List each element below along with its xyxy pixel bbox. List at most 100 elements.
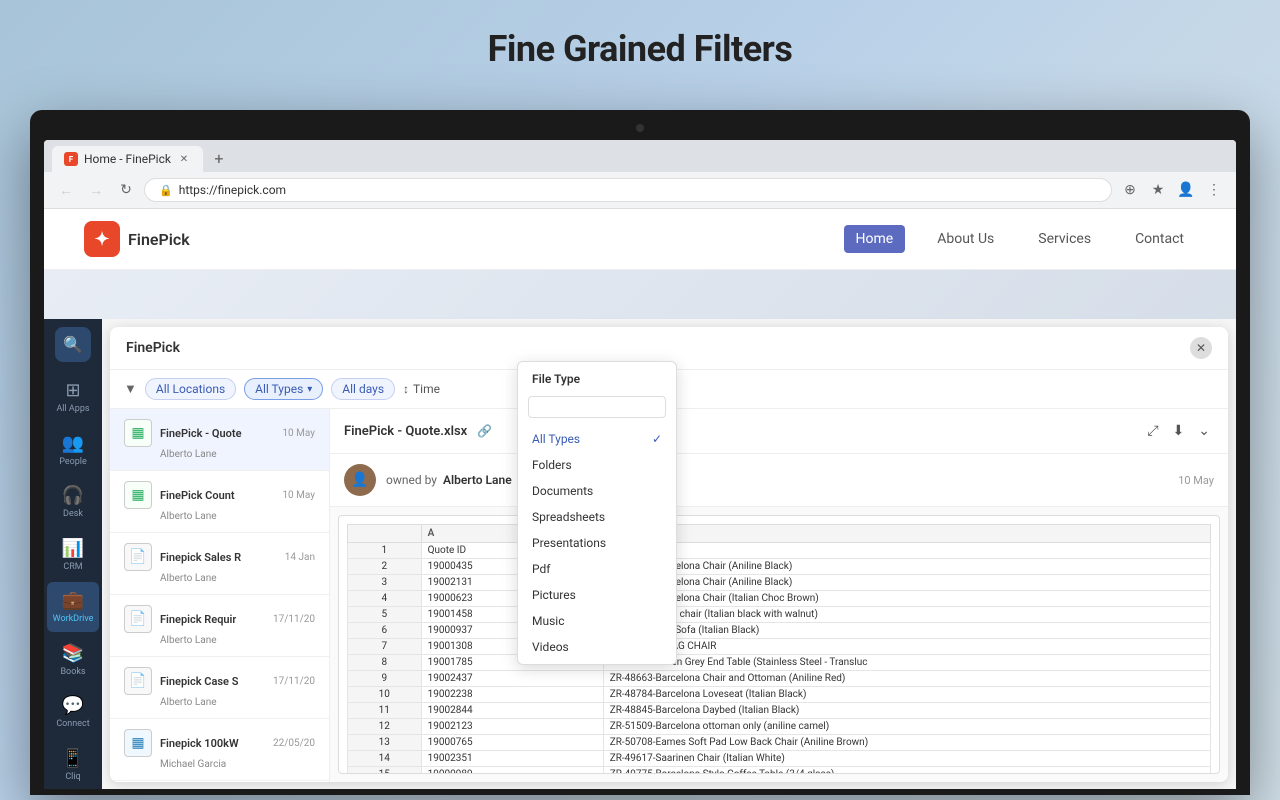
dropdown-option-pictures[interactable]: Pictures (518, 582, 676, 608)
tab-close-button[interactable]: ✕ (177, 152, 191, 166)
result-item-5[interactable]: ▦ Finepick 100kW 22/05/20 Michael Garcia (110, 719, 329, 781)
dropdown-option-music[interactable]: Music (518, 608, 676, 634)
expand-icon[interactable]: ⤢ (1143, 419, 1162, 443)
laptop-camera (636, 124, 644, 132)
filter-chip-type[interactable]: All Types ▾ (244, 378, 323, 400)
sidebar-search-icon[interactable]: 🔍 (55, 327, 91, 362)
sidebar-item-workdrive[interactable]: 💼 WorkDrive (47, 582, 99, 633)
row-num: 5 (348, 607, 422, 623)
refresh-button[interactable]: ↻ (114, 178, 138, 202)
cell-b[interactable]: ZR-48845-Barcelona Daybed (Italian Black… (603, 703, 1210, 719)
cell-b[interactable]: ZR-48659-Barcelona Chair (Aniline Black) (603, 559, 1210, 575)
dropdown-search-input[interactable] (528, 409, 666, 418)
table-row: 15 19000989 ZR-49775-Barcelona Stylo Cof… (348, 767, 1211, 775)
result-item-4[interactable]: 📄 Finepick Case S 17/11/20 Alberto Lane (110, 657, 329, 719)
browser-tab-active[interactable]: F Home - FinePick ✕ (52, 146, 203, 172)
dropdown-option-folders[interactable]: Folders (518, 452, 676, 478)
cell-b[interactable]: Quote Name (603, 543, 1210, 559)
workdrive-icon: 💼 (62, 590, 84, 611)
cell-a[interactable]: 19002437 (421, 671, 603, 687)
dropdown-option-videos[interactable]: Videos (518, 634, 676, 660)
result-item-3[interactable]: 📄 Finepick Requir 17/11/20 Alberto Lane (110, 595, 329, 657)
cell-b[interactable]: ZR-48720-Shell chair (Italian black with… (603, 607, 1210, 623)
dropdown-options: All Types ✓ Folders Documents (518, 422, 676, 664)
cell-b[interactable]: ZR-48687-LC3 Sofa (Italian Black) (603, 623, 1210, 639)
sort-time-filter[interactable]: ↕ Time (403, 382, 440, 396)
nav-link-home[interactable]: Home (844, 225, 906, 253)
sidebar-item-all-apps[interactable]: ⊞ All Apps (47, 372, 99, 423)
cell-b[interactable]: ZR-48688-Barcelona Chair (Italian Choc B… (603, 591, 1210, 607)
table-row: 6 19000937 ZR-48687-LC3 Sofa (Italian Bl… (348, 623, 1211, 639)
result-item-2[interactable]: 📄 Finepick Sales R 14 Jan Alberto Lane (110, 533, 329, 595)
dropdown-option-pdf[interactable]: Pdf (518, 556, 676, 582)
filter-chip-time[interactable]: All days (331, 378, 395, 400)
col-header-num (348, 525, 422, 543)
nav-link-services[interactable]: Services (1026, 225, 1103, 253)
result-date-2: 14 Jan (285, 552, 315, 563)
back-button[interactable]: ← (54, 178, 78, 202)
row-num: 6 (348, 623, 422, 639)
sidebar-item-books[interactable]: 📚 Books (47, 634, 99, 685)
col-header-b: B (603, 525, 1210, 543)
result-item-1[interactable]: ▦ FinePick Count 10 May Alberto Lane (110, 471, 329, 533)
sidebar-item-people[interactable]: 👥 People (47, 424, 99, 475)
preview-title: FinePick - Quote.xlsx (344, 424, 467, 439)
filter-type-chevron: ▾ (307, 384, 312, 395)
external-link-icon[interactable]: 🔗 (477, 424, 492, 438)
sidebar-item-desk[interactable]: 🎧 Desk (47, 477, 99, 528)
table-row: 9 19002437 ZR-48663-Barcelona Chair and … (348, 671, 1211, 687)
sidebar-item-connect[interactable]: 💬 Connect (47, 687, 99, 738)
check-icon: ✓ (652, 432, 662, 446)
dropdown-option-presentations[interactable]: Presentations (518, 530, 676, 556)
row-num: 4 (348, 591, 422, 607)
result-date-1: 10 May (282, 490, 315, 501)
dropdown-option-spreadsheets[interactable]: Spreadsheets (518, 504, 676, 530)
nav-link-about[interactable]: About Us (925, 225, 1006, 253)
result-icon-4: 📄 (124, 667, 152, 695)
filter-type-label: All Types (255, 382, 303, 396)
cell-a[interactable]: 19002351 (421, 751, 603, 767)
cell-a[interactable]: 19000765 (421, 735, 603, 751)
sidebar-item-cliq[interactable]: 📱 Cliq (47, 739, 99, 789)
browser-toolbar: ← → ↻ 🔒 https://finepick.com ⊕ ★ 👤 ⋮ (44, 172, 1236, 208)
file-type-dropdown: File Type All Types ✓ Folders (517, 409, 677, 665)
cell-a[interactable]: 19000989 (421, 767, 603, 775)
result-owner-0: Alberto Lane (160, 449, 315, 460)
cell-b[interactable]: ZR-51509-Barcelona ottoman only (aniline… (603, 719, 1210, 735)
result-item-0[interactable]: ▦ FinePick - Quote 10 May Alberto Lane (110, 409, 329, 471)
url-text: https://finepick.com (179, 183, 286, 197)
extensions-button[interactable]: ⊕ (1118, 178, 1142, 202)
download-icon[interactable]: ⬇ (1169, 419, 1189, 443)
address-bar[interactable]: 🔒 https://finepick.com (144, 178, 1112, 202)
cell-a[interactable]: 19002844 (421, 703, 603, 719)
owner-info: owned by Alberto Lane (386, 473, 512, 487)
cell-b[interactable]: ZR-48721-Barcelona Chair (Aniline Black) (603, 575, 1210, 591)
cell-b[interactable]: ZR-50708-Eames Soft Pad Low Back Chair (… (603, 735, 1210, 751)
cell-a[interactable]: 19002238 (421, 687, 603, 703)
sheet-table: A B 1 Quote ID Quote Name 2 19000435 ZR-… (347, 524, 1211, 774)
cell-b[interactable]: ZR-1695-ZIGZAG CHAIR (603, 639, 1210, 655)
new-tab-button[interactable]: + (207, 146, 231, 170)
cell-b[interactable]: ZR-49775-Barcelona Stylo Coffee Table (3… (603, 767, 1210, 775)
table-row: 8 19001785 ZR-48755-Eileen Grey End Tabl… (348, 655, 1211, 671)
more-options-icon[interactable]: ⌄ (1194, 419, 1214, 443)
cell-b[interactable]: ZR-48663-Barcelona Chair and Ottoman (An… (603, 671, 1210, 687)
search-close-button[interactable]: ✕ (1190, 337, 1212, 359)
row-num: 1 (348, 543, 422, 559)
tab-favicon: F (64, 152, 78, 166)
bookmark-button[interactable]: ★ (1146, 178, 1170, 202)
menu-button[interactable]: ⋮ (1202, 178, 1226, 202)
dropdown-option-documents[interactable]: Documents (518, 478, 676, 504)
cell-b[interactable]: ZR-48755-Eileen Grey End Table (Stainles… (603, 655, 1210, 671)
profile-button[interactable]: 👤 (1174, 178, 1198, 202)
forward-button[interactable]: → (84, 178, 108, 202)
cell-a[interactable]: 19002123 (421, 719, 603, 735)
nav-link-contact[interactable]: Contact (1123, 225, 1196, 253)
cell-b[interactable]: ZR-49617-Saarinen Chair (Italian White) (603, 751, 1210, 767)
results-list: ▦ FinePick - Quote 10 May Alberto Lane ▦ (110, 409, 330, 782)
cell-b[interactable]: ZR-48784-Barcelona Loveseat (Italian Bla… (603, 687, 1210, 703)
preview-actions: ⤢ ⬇ ⌄ (1143, 419, 1214, 443)
filter-chip-location[interactable]: All Locations (145, 378, 236, 400)
dropdown-option-all-types[interactable]: All Types ✓ (518, 426, 676, 452)
sidebar-item-crm[interactable]: 📊 CRM (47, 529, 99, 580)
